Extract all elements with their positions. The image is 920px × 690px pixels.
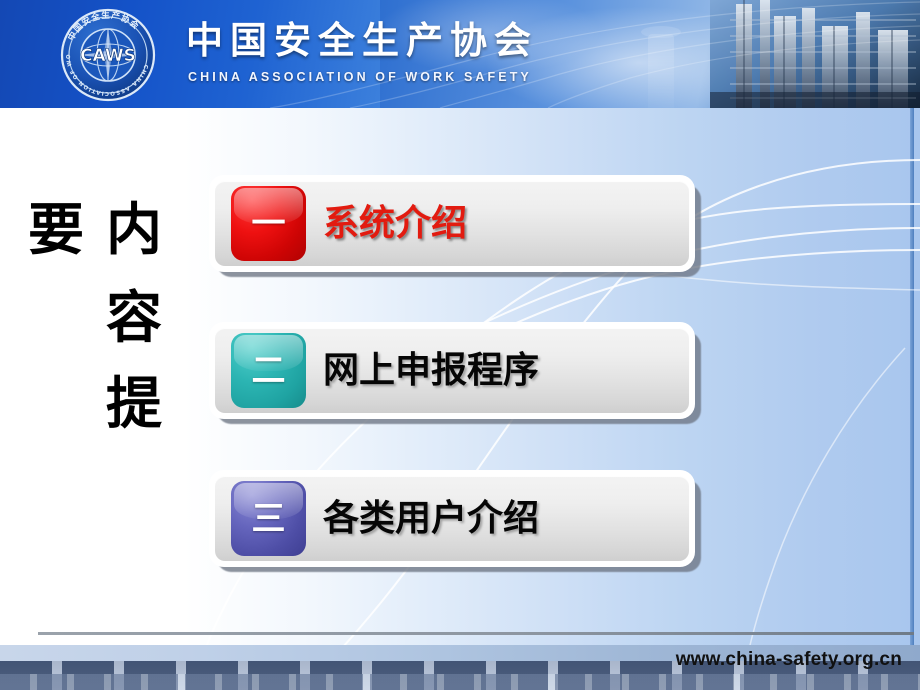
header-title: 中国安全生产协会 — [186, 19, 538, 62]
heading-char-2: 内 — [106, 197, 162, 263]
header-subtitle: CHINA ASSOCIATION OF WORK SAFETY — [188, 70, 532, 84]
heading-char-3: 容 — [106, 285, 162, 351]
vertical-heading: 要 内 容 提 — [22, 190, 188, 450]
footer-divider — [38, 632, 914, 635]
heading-char-1: 要 — [28, 197, 84, 263]
agenda-panel-3: 三 各类用户介绍 — [209, 470, 695, 567]
agenda-number-chip-1: 一 — [231, 186, 306, 261]
agenda-number-3: 三 — [251, 498, 286, 539]
agenda-panel-2: 二 网上申报程序 — [209, 322, 695, 419]
agenda-panel-1: 一 系统介绍 — [209, 175, 695, 272]
heading-char-4: 提 — [106, 371, 162, 437]
background-right-edge — [910, 108, 914, 690]
agenda-number-chip-2: 二 — [231, 333, 306, 408]
header-banner: CAWS 中国安全生产协会 CHINA ASSOCIATION OF WORK … — [0, 0, 920, 108]
footer-website-url[interactable]: www.china-safety.org.cn — [676, 649, 902, 671]
agenda-item-3[interactable]: 三 各类用户介绍 — [209, 470, 695, 567]
agenda-item-1[interactable]: 一 系统介绍 — [209, 175, 695, 272]
caws-logo-icon: CAWS 中国安全生产协会 CHINA ASSOCIATION OF WORK … — [54, 8, 156, 102]
agenda-panel-inner-3: 三 各类用户介绍 — [215, 476, 689, 561]
agenda-number-2: 二 — [251, 350, 286, 391]
agenda-item-2[interactable]: 二 网上申报程序 — [209, 322, 695, 419]
svg-text:CAWS: CAWS — [80, 46, 136, 66]
agenda-label-3: 各类用户介绍 — [323, 496, 540, 539]
slide: CAWS 中国安全生产协会 CHINA ASSOCIATION OF WORK … — [0, 0, 920, 690]
agenda-number-chip-3: 三 — [231, 481, 306, 556]
agenda-label-2: 网上申报程序 — [323, 348, 540, 391]
agenda-panel-inner-1: 一 系统介绍 — [215, 181, 689, 266]
agenda-panel-inner-2: 二 网上申报程序 — [215, 328, 689, 413]
agenda-label-1: 系统介绍 — [323, 201, 468, 244]
agenda-number-1: 一 — [251, 203, 286, 244]
